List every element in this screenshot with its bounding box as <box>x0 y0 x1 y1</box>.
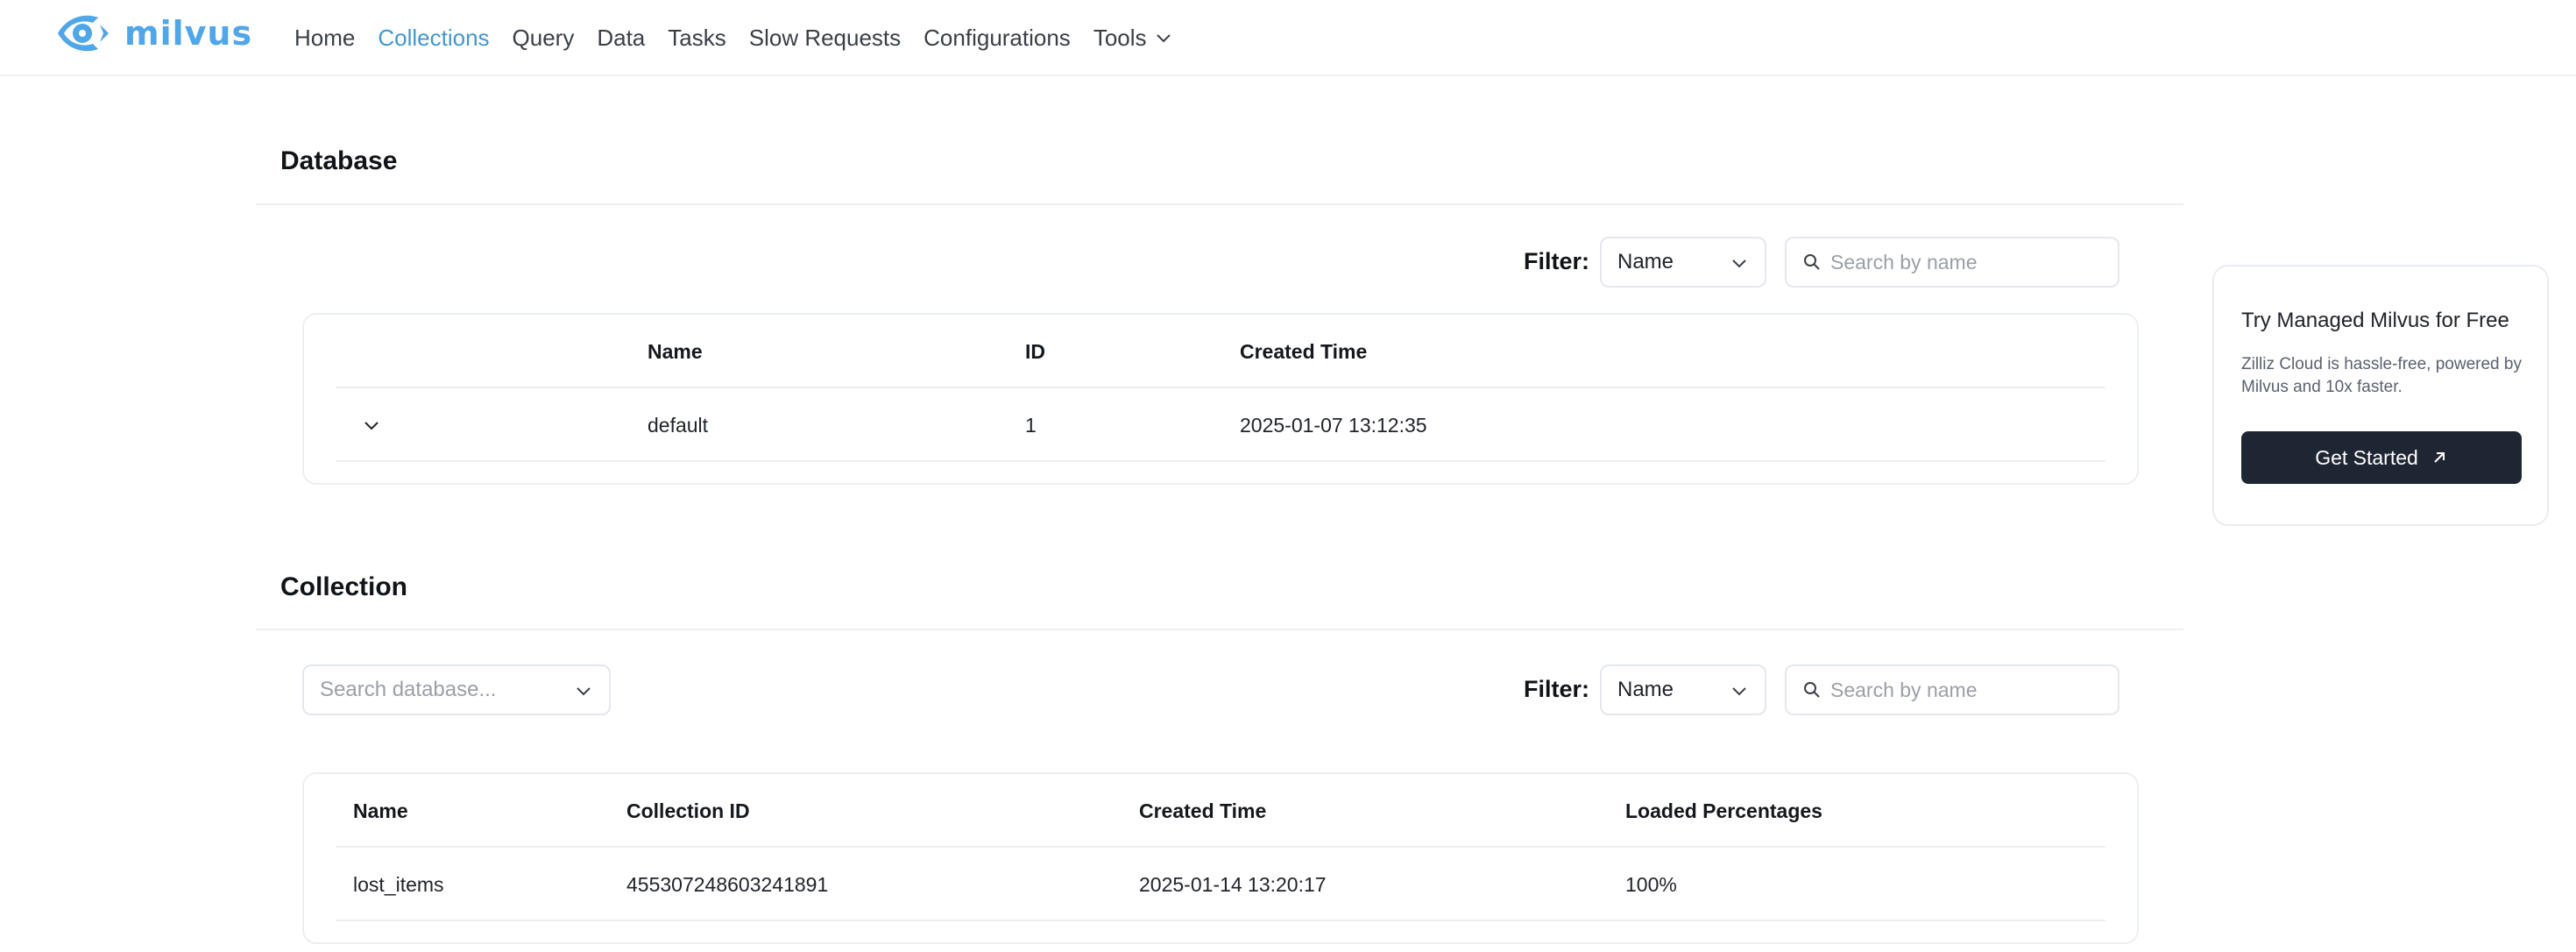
arrow-up-right-icon <box>2434 452 2445 463</box>
column-header-created-time: Created Time <box>1139 799 1267 822</box>
nav-item-configurations[interactable]: Configurations <box>924 25 1071 52</box>
column-header-id: ID <box>1025 339 1045 363</box>
milvus-eye-icon <box>58 15 109 52</box>
database-table-header: Name ID Created Time <box>336 315 2105 388</box>
chevron-down-icon <box>1156 34 1171 43</box>
collection-filter-value: Name <box>1617 678 1674 701</box>
collection-id-cell: 455307248603241891 <box>626 872 829 896</box>
nav-item-tasks[interactable]: Tasks <box>668 25 725 52</box>
database-table: Name ID Created Time default 1 2025-01-0… <box>302 313 2139 485</box>
collection-section-title: Collection <box>280 572 408 601</box>
nav-item-collections[interactable]: Collections <box>378 25 489 52</box>
collection-loaded-percentage-cell: 100% <box>1625 872 1677 896</box>
database-select-placeholder: Search database... <box>320 678 497 701</box>
database-search-field[interactable] <box>1785 237 2120 288</box>
database-name-cell: default <box>648 413 709 437</box>
get-started-label: Get Started <box>2315 445 2418 469</box>
database-select[interactable]: Search database... <box>302 664 611 715</box>
search-icon <box>1804 254 1820 270</box>
get-started-button[interactable]: Get Started <box>2241 431 2522 484</box>
column-header-collection-id: Collection ID <box>626 799 750 822</box>
collection-table: Name Collection ID Created Time Loaded P… <box>302 772 2139 944</box>
search-icon <box>1804 682 1820 698</box>
nav-item-query[interactable]: Query <box>513 25 575 52</box>
collection-divider <box>256 629 2183 630</box>
table-row[interactable]: default 1 2025-01-07 13:12:35 <box>336 388 2105 462</box>
collection-search-input[interactable] <box>1830 678 2093 702</box>
database-section-title: Database <box>280 146 398 175</box>
column-header-created-time: Created Time <box>1240 339 1368 363</box>
collection-name-cell[interactable]: lost_items <box>353 848 444 921</box>
table-row[interactable]: lost_items 455307248603241891 2025-01-14… <box>336 848 2105 921</box>
managed-milvus-promo-card: Try Managed Milvus for Free Zilliz Cloud… <box>2212 265 2549 526</box>
nav-item-slow-requests[interactable]: Slow Requests <box>749 25 901 52</box>
column-header-loaded-percentages: Loaded Percentages <box>1625 799 1822 822</box>
database-search-input[interactable] <box>1830 250 2093 274</box>
column-header-name: Name <box>648 339 703 363</box>
collection-filter-label: Filter: <box>1524 676 1590 702</box>
nav-item-home[interactable]: Home <box>294 25 355 52</box>
collection-table-header: Name Collection ID Created Time Loaded P… <box>336 774 2105 848</box>
chevron-down-icon <box>1732 687 1746 696</box>
nav-item-data[interactable]: Data <box>597 25 645 52</box>
column-header-name: Name <box>353 799 408 822</box>
main-nav: Home Collections Query Data Tasks Slow R… <box>294 0 1196 75</box>
promo-title: Try Managed Milvus for Free <box>2241 309 2509 332</box>
chevron-down-icon <box>1732 259 1746 268</box>
database-filter-value: Name <box>1617 250 1674 274</box>
database-filter-label: Filter: <box>1524 248 1590 274</box>
logo-text: milvus <box>124 14 253 53</box>
main-content: Database Filter: Name Name ID Created Ti… <box>256 76 2183 952</box>
nav-item-tools[interactable]: Tools <box>1093 25 1173 52</box>
database-divider <box>256 203 2183 205</box>
collection-search-field[interactable] <box>1785 664 2120 715</box>
chevron-down-icon <box>577 687 591 696</box>
database-created-time-cell: 2025-01-07 13:12:35 <box>1240 413 1427 437</box>
row-expand-button[interactable] <box>360 388 383 462</box>
chevron-down-icon <box>364 422 379 430</box>
milvus-logo[interactable]: milvus <box>54 11 252 56</box>
top-navigation-bar: milvus Home Collections Query Data Tasks… <box>0 0 2576 76</box>
promo-description: Zilliz Cloud is hassle-free, powered by … <box>2241 355 2522 396</box>
nav-item-tools-label: Tools <box>1093 24 1147 51</box>
collection-created-time-cell: 2025-01-14 13:20:17 <box>1139 872 1327 896</box>
database-id-cell: 1 <box>1025 413 1037 437</box>
database-filter-select[interactable]: Name <box>1600 237 1766 288</box>
collection-filter-select[interactable]: Name <box>1600 664 1766 715</box>
